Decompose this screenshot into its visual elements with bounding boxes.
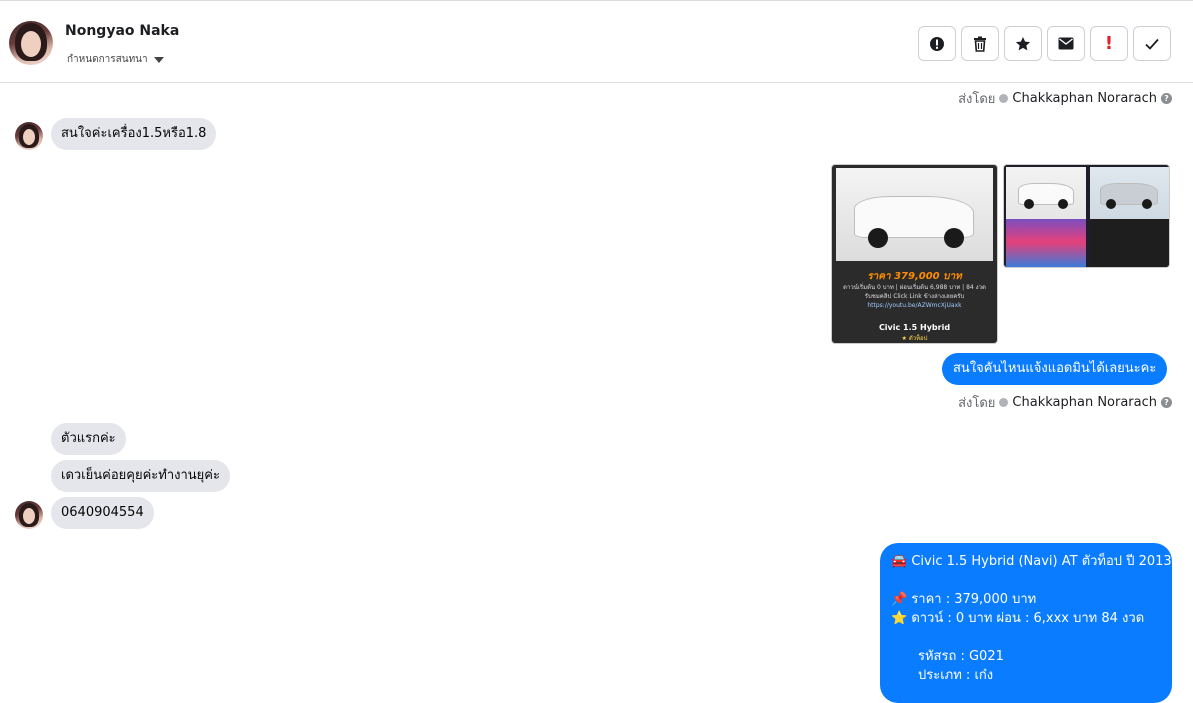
verified-icon	[999, 94, 1009, 103]
mark-unread-button[interactable]	[1047, 26, 1085, 61]
incoming-message[interactable]: 0640904554	[51, 497, 154, 529]
help-icon[interactable]: ?	[1161, 93, 1172, 104]
follow-up-button[interactable]: !	[1090, 26, 1128, 61]
check-icon	[1145, 38, 1159, 50]
conversation-header: Nongyao Naka กำหนดการสนทนา !	[0, 3, 1193, 83]
delete-button[interactable]	[961, 26, 999, 61]
sender-avatar[interactable]	[15, 501, 43, 529]
listing-down-payment: ⭐ ดาวน์ : 0 บาท ผ่อน : 6,xxx บาท 84 งวด	[891, 611, 1145, 626]
incoming-message[interactable]: เดวเย็นค่อยคุยค่ะทำงานยุค่ะ	[51, 460, 230, 492]
conversation-toolbar: !	[918, 26, 1171, 61]
done-button[interactable]	[1133, 26, 1171, 61]
sent-by-label: ส่งโดย	[958, 92, 996, 107]
exclamation-icon: !	[1104, 33, 1114, 54]
outgoing-message[interactable]: สนใจคันไหนแจ้งแอดมินได้เลยนะคะ	[942, 353, 1168, 385]
card-title: Civic 1.5 Hybrid	[878, 323, 951, 332]
info-button[interactable]	[918, 26, 956, 61]
car-image-attachment[interactable]: ราคา 379,000 บาท ดาวน์เริ่มต้น 0 บาท | ผ…	[831, 164, 998, 344]
star-icon	[1015, 36, 1031, 50]
card-line-1: ดาวน์เริ่มต้น 0 บาท | ผ่อนเริ่มต้น 6,988…	[843, 284, 986, 291]
incoming-message[interactable]: สนใจค่ะเครื่อง1.5หรือ1.8	[51, 118, 217, 150]
help-icon[interactable]: ?	[1161, 397, 1172, 408]
card-tag: ★ ตัวท็อป	[901, 335, 928, 342]
listing-car-code: รหัสรถ : G021	[918, 649, 1004, 664]
contact-avatar[interactable]	[9, 21, 53, 65]
outgoing-listing-message[interactable]: 🚘 Civic 1.5 Hybrid (Navi) AT ตัวท็อป ปี …	[880, 543, 1172, 703]
star-button[interactable]	[1004, 26, 1042, 61]
envelope-icon	[1058, 37, 1074, 50]
trash-icon	[974, 36, 986, 52]
listing-price: 📌 ราคา : 379,000 บาท	[891, 592, 1037, 607]
assign-label: กำหนดการสนทนา	[67, 54, 148, 65]
sent-by-name: Chakkaphan Norarach	[1012, 395, 1157, 410]
card-price: ราคา 379,000 บาท	[867, 271, 962, 282]
incoming-message[interactable]: ตัวแรกค่ะ	[51, 423, 126, 455]
sender-avatar[interactable]	[15, 122, 43, 150]
card-line-3: https://youtu.be/AZWmcXjUaxk	[867, 302, 962, 309]
sent-by-name: Chakkaphan Norarach	[1012, 91, 1157, 106]
listing-car-type: ประเภท : เก๋ง	[918, 668, 994, 683]
caret-down-icon	[153, 56, 164, 63]
assign-conversation-dropdown[interactable]: กำหนดการสนทนา	[67, 52, 164, 67]
verified-icon	[999, 398, 1009, 407]
sent-by-label: ส่งโดย	[958, 396, 996, 411]
info-circle-icon	[930, 36, 944, 51]
contact-name[interactable]: Nongyao Naka	[65, 23, 179, 39]
sent-by-line: ส่งโดย Chakkaphan Norarach ?	[958, 88, 1172, 109]
sent-by-line: ส่งโดย Chakkaphan Norarach ?	[958, 392, 1172, 413]
car-image-attachment[interactable]	[1003, 164, 1170, 268]
listing-title: 🚘 Civic 1.5 Hybrid (Navi) AT ตัวท็อป ปี …	[891, 554, 1172, 569]
card-line-2: รับชมคลิป Click Link ข้างล่างเลยครับ	[864, 293, 965, 300]
